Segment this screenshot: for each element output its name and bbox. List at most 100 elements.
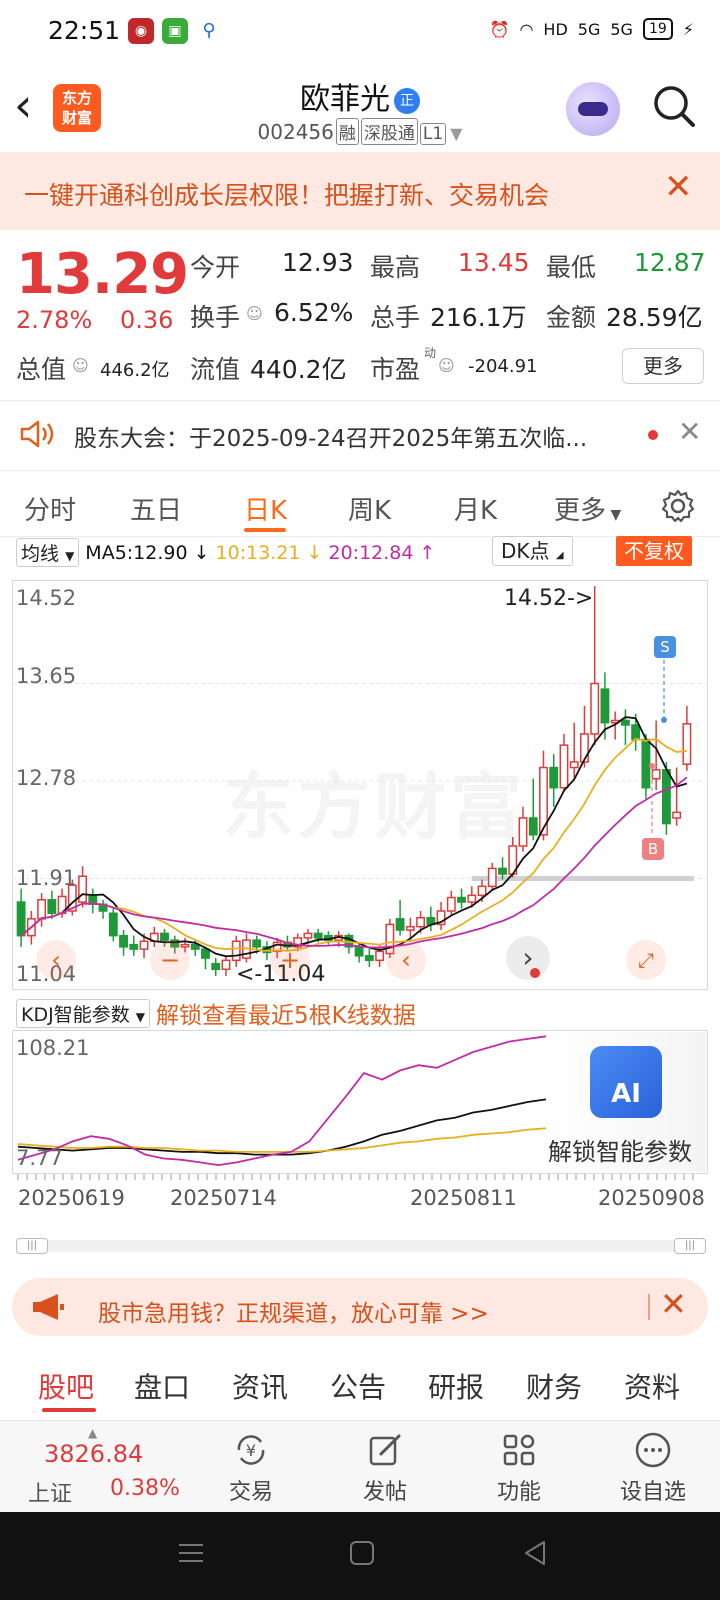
search-icon[interactable] xyxy=(652,84,696,128)
ai-chart-icon[interactable]: AI xyxy=(590,1046,662,1118)
menu-icon[interactable] xyxy=(176,1538,206,1568)
zoom-out-icon[interactable]: − xyxy=(150,940,190,980)
info-icon[interactable]: ☺ xyxy=(438,356,455,375)
candle-body xyxy=(651,769,661,780)
back-nav-icon[interactable] xyxy=(520,1538,550,1568)
candle-body xyxy=(600,688,610,724)
promo-close-button[interactable]: ✕ xyxy=(664,170,693,204)
tab-finance[interactable]: 财务 xyxy=(526,1366,582,1406)
arrow-up-icon: ↑ xyxy=(419,541,436,564)
candle-body xyxy=(303,932,313,939)
speaker-icon xyxy=(20,420,54,448)
date-tick-label: 20250714 xyxy=(170,1186,277,1210)
notice-close-button[interactable]: ✕ xyxy=(678,418,701,446)
tab-forum[interactable]: 股吧 xyxy=(38,1366,94,1406)
info-icon[interactable]: ☺ xyxy=(246,304,263,323)
tab-announcements[interactable]: 公告 xyxy=(330,1366,386,1406)
candle-body xyxy=(549,766,559,789)
candle-body xyxy=(231,940,241,962)
kdj-selector[interactable]: KDJ智能参数 ▼ xyxy=(16,998,150,1028)
kdj-y-tick: 108.21 xyxy=(16,1036,90,1060)
fullscreen-icon[interactable]: ⤢ xyxy=(626,940,666,980)
candle-body xyxy=(405,925,415,931)
search-notification-icon: ⚲ xyxy=(202,20,216,41)
tab-profile[interactable]: 资料 xyxy=(624,1366,680,1406)
pe-dynamic-sup: 动 xyxy=(424,346,437,360)
promo-text[interactable]: 一键开通科创成长层权限！把握打新、交易机会 xyxy=(24,176,549,212)
range-handle-left[interactable]: ||| xyxy=(16,1238,48,1254)
date-tick-label: 20250811 xyxy=(410,1186,517,1210)
scroll-left-icon[interactable]: ‹ xyxy=(36,940,76,980)
high-value: 13.45 xyxy=(458,248,530,277)
tab-more[interactable]: 更多 ▼ xyxy=(554,490,621,527)
notification-app-icon: ◉ xyxy=(128,18,154,44)
loan-close-button[interactable]: ✕ xyxy=(660,1288,687,1320)
info-icon[interactable]: ☺ xyxy=(72,356,89,375)
dropdown-icon: ▼ xyxy=(135,1009,145,1024)
candle-body xyxy=(528,817,538,836)
tab-daily-k[interactable]: 日K xyxy=(244,490,287,527)
date-tick-label: 20250908 xyxy=(598,1186,705,1210)
tab-order-book[interactable]: 盘口 xyxy=(134,1366,190,1406)
step-left-icon[interactable]: ‹ xyxy=(386,940,426,980)
chart-range-scrollbar[interactable] xyxy=(16,1240,704,1252)
scroll-right-icon[interactable]: › xyxy=(506,936,550,980)
tab-intraday[interactable]: 分时 xyxy=(24,490,76,527)
y-tick-label: 12.78 xyxy=(16,766,77,790)
candle-body xyxy=(252,939,262,948)
index-change[interactable]: 0.38% xyxy=(110,1476,180,1501)
ma10-value: 10:13.21 ↓ xyxy=(216,542,323,564)
zoom-in-icon[interactable]: + xyxy=(270,940,310,980)
high-label: 最高 xyxy=(370,253,421,282)
tab-research[interactable]: 研报 xyxy=(428,1366,484,1406)
ai-unlock-label[interactable]: 解锁智能参数 xyxy=(548,1132,692,1167)
functions-button[interactable]: 功能 xyxy=(474,1430,564,1506)
dropdown-icon: ▼ xyxy=(606,507,622,523)
kdj-unlock-link[interactable]: 解锁查看最近5根K线数据 xyxy=(156,996,416,1030)
buy-marker[interactable]: B xyxy=(642,838,664,860)
connect-tag: 深股通 xyxy=(360,118,418,145)
megaphone-icon xyxy=(33,1294,64,1320)
gear-icon[interactable] xyxy=(660,488,696,524)
tab-monthly-k[interactable]: 月K xyxy=(454,490,497,527)
y-tick-label: 11.91 xyxy=(16,866,77,890)
ma-selector[interactable]: 均线 ▼ xyxy=(16,538,80,567)
ma-selector-label: 均线 xyxy=(21,543,60,565)
volume-label: 总手 xyxy=(370,303,421,332)
mktcap-value: 446.2亿 xyxy=(100,360,170,381)
range-handle-right[interactable]: ||| xyxy=(674,1238,706,1254)
tab-weekly-k[interactable]: 周K xyxy=(348,490,391,527)
tab-five-day[interactable]: 五日 xyxy=(130,490,182,527)
post-button[interactable]: 发帖 xyxy=(340,1430,430,1506)
loan-text[interactable]: 股市急用钱？正规渠道，放心可靠 >> xyxy=(98,1294,489,1328)
expand-up-icon[interactable]: ▲ xyxy=(88,1426,97,1440)
candle-body xyxy=(395,918,405,931)
trade-button[interactable]: ¥ 交易 xyxy=(206,1430,296,1506)
ma5-text: MA5:12.90 xyxy=(85,541,188,564)
more-button[interactable]: 更多 xyxy=(622,348,704,384)
add-watchlist-button[interactable]: 设自选 xyxy=(608,1430,698,1506)
ai-assistant-avatar[interactable] xyxy=(566,82,620,136)
notification-app-icon: ▣ xyxy=(162,18,188,44)
tab-news[interactable]: 资讯 xyxy=(232,1366,288,1406)
candle-body xyxy=(631,724,641,741)
home-icon[interactable] xyxy=(348,1538,376,1568)
index-value[interactable]: 3826.84 xyxy=(44,1440,143,1468)
candle-body xyxy=(641,738,651,789)
index-name[interactable]: 上证 xyxy=(28,1476,72,1508)
ma-indicator-row: 均线 ▼ MA5:12.90 ↓ 10:13.21 ↓ 20:12.84 ↑ xyxy=(16,538,435,567)
mktcap-label: 总值 xyxy=(16,355,67,384)
dk-point-button[interactable]: DK点 ◢ xyxy=(492,536,573,566)
sell-marker[interactable]: S xyxy=(654,636,676,658)
volume-value: 216.1万 xyxy=(430,303,527,332)
open-value: 12.93 xyxy=(282,248,354,277)
notice-text[interactable]: 股东大会：于2025-09-24召开2025年第五次临... xyxy=(74,419,634,453)
divider xyxy=(0,536,720,537)
candle-body xyxy=(129,943,139,950)
candle-body xyxy=(672,811,682,819)
kline-chart[interactable] xyxy=(12,580,708,990)
adjust-button[interactable]: 不复权 xyxy=(616,536,692,566)
corner-arrow-icon: ◢ xyxy=(555,550,564,561)
candle-body xyxy=(190,943,200,950)
active-tab-indicator xyxy=(244,528,286,532)
